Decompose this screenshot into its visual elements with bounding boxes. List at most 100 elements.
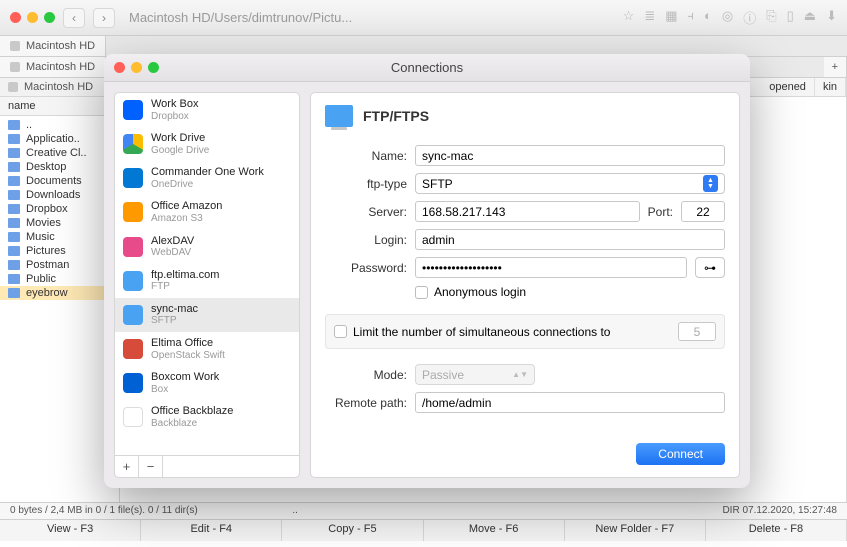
remote-path-input[interactable] — [415, 392, 725, 413]
disk-icon — [10, 41, 20, 51]
file-name: Pictures — [26, 245, 66, 257]
file-row[interactable]: Applicatio.. — [0, 132, 119, 146]
select-arrows-icon: ▲▼ — [703, 175, 718, 192]
ftp-type-value: SFTP — [422, 177, 453, 191]
folder-icon — [8, 204, 20, 214]
fn-button[interactable]: New Folder - F7 — [565, 520, 706, 541]
connection-item[interactable]: sync-macSFTP — [115, 298, 299, 332]
terminal-icon[interactable]: ▯ — [787, 8, 794, 27]
add-connection-button[interactable]: + — [115, 456, 139, 477]
connection-scroll[interactable]: Work BoxDropboxWork DriveGoogle DriveCom… — [115, 93, 299, 455]
fn-button[interactable]: Move - F6 — [424, 520, 565, 541]
label-remote: Remote path: — [325, 396, 407, 410]
connection-service: OpenStack Swift — [151, 350, 225, 362]
file-row[interactable]: Documents — [0, 174, 119, 188]
dialog-title: Connections — [114, 60, 740, 75]
file-row[interactable]: Desktop — [0, 160, 119, 174]
star-icon[interactable]: ☆ — [623, 8, 635, 27]
fn-button[interactable]: View - F3 — [0, 520, 141, 541]
port-input[interactable] — [681, 201, 725, 222]
fn-button[interactable]: Delete - F8 — [706, 520, 847, 541]
label-mode: Mode: — [325, 368, 407, 382]
service-icon — [123, 339, 143, 359]
file-name: Public — [26, 273, 56, 285]
file-row[interactable]: Postman — [0, 258, 119, 272]
tab-add[interactable]: + — [824, 57, 847, 77]
connection-item[interactable]: Office AmazonAmazon S3 — [115, 195, 299, 229]
connection-service: Box — [151, 384, 219, 396]
login-input[interactable] — [415, 229, 725, 250]
status-bar: 0 bytes / 2,4 MB in 0 / 1 file(s). 0 / 1… — [0, 502, 847, 519]
ftp-type-select[interactable]: SFTP ▲▼ — [415, 173, 725, 194]
connection-item[interactable]: Work DriveGoogle Drive — [115, 127, 299, 161]
file-name: .. — [26, 119, 32, 131]
file-name: Movies — [26, 217, 61, 229]
file-row[interactable]: Downloads — [0, 188, 119, 202]
connection-name: Work Box — [151, 98, 198, 111]
list-icon[interactable]: ≣ — [644, 8, 655, 27]
status-left: 0 bytes / 2,4 MB in 0 / 1 file(s). 0 / 1… — [0, 503, 282, 519]
service-icon — [123, 373, 143, 393]
columns-icon[interactable]: ⫞ — [688, 8, 695, 27]
dialog-minimize-icon[interactable] — [131, 62, 142, 73]
left-file-list[interactable]: ..Applicatio..Creative Cl..DesktopDocume… — [0, 116, 119, 502]
password-input[interactable] — [415, 257, 687, 278]
connection-item[interactable]: AlexDAVWebDAV — [115, 230, 299, 264]
service-icon — [123, 305, 143, 325]
info-icon[interactable]: ⓘ — [743, 8, 756, 27]
mode-select: Passive ▲▼ — [415, 364, 535, 385]
limit-checkbox[interactable] — [334, 325, 347, 338]
pane-drive[interactable]: Macintosh HD — [0, 78, 119, 97]
fn-button[interactable]: Copy - F5 — [282, 520, 423, 541]
file-row[interactable]: Dropbox — [0, 202, 119, 216]
fn-button[interactable]: Edit - F4 — [141, 520, 282, 541]
grid-icon[interactable]: ▦ — [665, 8, 677, 27]
nav-back-button[interactable]: ‹ — [63, 8, 85, 28]
file-row[interactable]: Pictures — [0, 244, 119, 258]
connection-name: ftp.eltima.com — [151, 269, 219, 282]
connection-item[interactable]: Eltima OfficeOpenStack Swift — [115, 332, 299, 366]
service-icon — [123, 202, 143, 222]
key-button[interactable]: ⊶ — [695, 257, 725, 278]
dialog-zoom-icon[interactable] — [148, 62, 159, 73]
eject-icon[interactable]: ⏏ — [804, 8, 816, 27]
file-row[interactable]: Movies — [0, 216, 119, 230]
toggle-icon[interactable]: ◐ — [704, 8, 712, 27]
tab-macintosh-hd[interactable]: Macintosh HD — [0, 36, 106, 56]
zoom-icon[interactable] — [44, 12, 55, 23]
folder-icon — [8, 232, 20, 242]
connection-item[interactable]: Work BoxDropbox — [115, 93, 299, 127]
minimize-icon[interactable] — [27, 12, 38, 23]
connect-button[interactable]: Connect — [636, 443, 725, 465]
file-row[interactable]: Public — [0, 272, 119, 286]
file-row[interactable]: .. — [0, 118, 119, 132]
download-icon[interactable]: ⬇ — [826, 8, 837, 27]
connection-item[interactable]: Commander One WorkOneDrive — [115, 161, 299, 195]
service-icon — [123, 271, 143, 291]
nav-forward-button[interactable]: › — [93, 8, 115, 28]
col-name[interactable]: name — [0, 97, 119, 115]
connection-item[interactable]: Office BackblazeBackblaze — [115, 400, 299, 434]
archive-icon[interactable]: ⎘ — [766, 8, 776, 27]
connection-item[interactable]: ftp.eltima.comFTP — [115, 264, 299, 298]
dialog-close-icon[interactable] — [114, 62, 125, 73]
connection-name: Office Backblaze — [151, 405, 233, 418]
folder-icon — [8, 148, 20, 158]
file-name: Dropbox — [26, 203, 68, 215]
close-icon[interactable] — [10, 12, 21, 23]
hidden-icon[interactable]: ◎ — [722, 8, 733, 27]
label-port: Port: — [648, 205, 673, 219]
file-row[interactable]: Music — [0, 230, 119, 244]
connection-item[interactable]: Boxcom WorkBox — [115, 366, 299, 400]
col-opened[interactable]: opened — [761, 78, 815, 96]
file-row[interactable]: Creative Cl.. — [0, 146, 119, 160]
server-input[interactable] — [415, 201, 640, 222]
name-input[interactable] — [415, 145, 725, 166]
remove-connection-button[interactable]: − — [139, 456, 163, 477]
status-right: DIR 07.12.2020, 15:27:48 — [565, 503, 847, 519]
file-row[interactable]: eyebrow — [0, 286, 119, 300]
limit-input[interactable] — [678, 322, 716, 341]
tab-macintosh-hd-2[interactable]: Macintosh HD — [0, 57, 106, 77]
anonymous-checkbox[interactable] — [415, 286, 428, 299]
col-kind[interactable]: kin — [815, 78, 846, 96]
